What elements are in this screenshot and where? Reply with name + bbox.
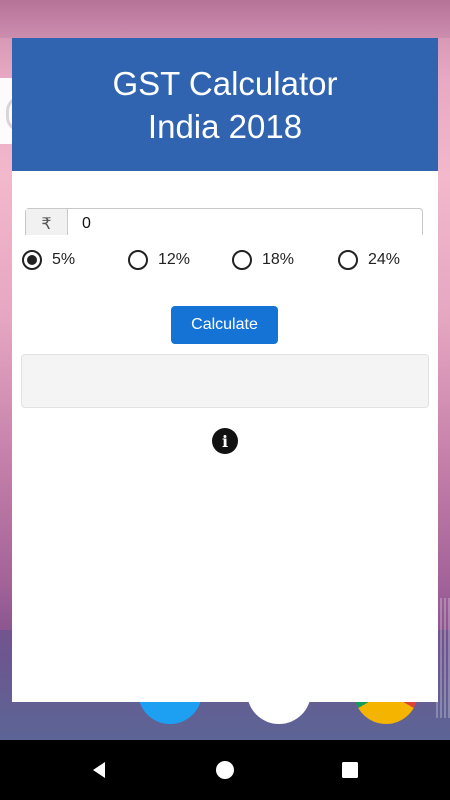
title-line-2: India 2018 — [147, 107, 303, 145]
rate-option-24[interactable]: 24% — [338, 246, 400, 274]
result-display — [21, 354, 429, 408]
radio-selected-icon[interactable] — [22, 250, 42, 270]
rate-label: 18% — [262, 251, 295, 268]
page-title: GST Calculator India 2018 — [75, 62, 375, 148]
radio-unselected-icon[interactable] — [128, 250, 148, 270]
rate-option-18[interactable]: 18% — [232, 246, 294, 274]
radio-dot-icon — [27, 255, 37, 265]
app-header: GST Calculator India 2018 — [12, 38, 438, 171]
gst-calculator-window: GST Calculator India 2018 ₹ 5% 12% 18% 2… — [12, 38, 438, 702]
recents-icon[interactable] — [338, 758, 362, 782]
amount-input[interactable] — [68, 209, 422, 239]
background-edge-texture — [436, 598, 450, 718]
status-bar-area — [0, 0, 450, 38]
home-icon[interactable] — [213, 758, 237, 782]
rupee-icon: ₹ — [26, 209, 68, 239]
rate-label: 12% — [158, 251, 191, 268]
info-icon[interactable]: i — [212, 428, 238, 454]
gst-rate-options: 5% 12% 18% 24% — [22, 246, 432, 276]
rate-label: 5% — [52, 251, 76, 268]
rate-option-12[interactable]: 12% — [128, 246, 190, 274]
rate-label: 24% — [368, 251, 401, 268]
calculate-button[interactable]: Calculate — [171, 306, 278, 344]
title-line-1: GST Calculator — [112, 64, 338, 102]
radio-unselected-icon[interactable] — [338, 250, 358, 270]
android-navigation-bar — [0, 740, 450, 800]
amount-input-group: ₹ — [25, 208, 423, 243]
radio-unselected-icon[interactable] — [232, 250, 252, 270]
back-icon[interactable] — [87, 758, 111, 782]
rate-option-5[interactable]: 5% — [22, 246, 75, 274]
